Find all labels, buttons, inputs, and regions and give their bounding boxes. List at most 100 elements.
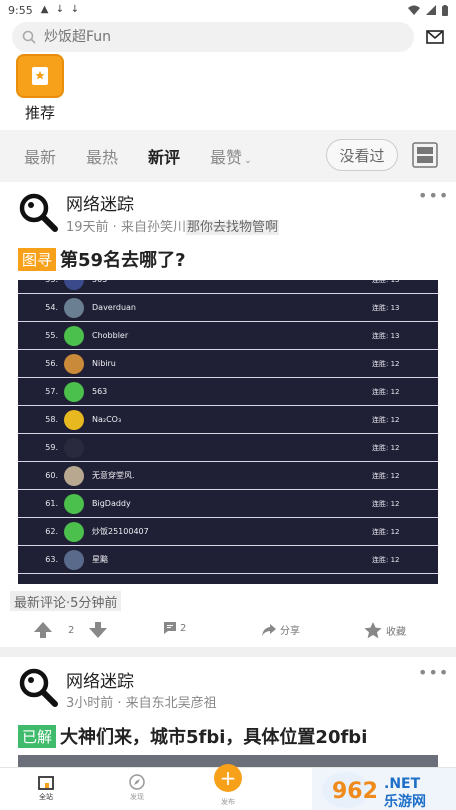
post-title[interactable]: 已解 大神们来，城市5fbi，具体位置20fbi: [18, 723, 367, 749]
card-separator: [0, 647, 456, 657]
post-meta: 19天前 · 来自孙笑川那你去找物管啊: [66, 216, 279, 235]
signal-icon: [426, 5, 436, 15]
leaderboard-name: 炒饭25100407: [92, 527, 149, 536]
post-tag: 图寻: [18, 247, 57, 271]
leaderboard-row: 56. Nibiru 连胜: 12: [18, 350, 438, 378]
author-name[interactable]: 网络迷踪: [66, 667, 134, 692]
leaderboard-rank: 60.: [45, 471, 58, 480]
downvote-button[interactable]: [89, 622, 107, 638]
tab-most-liked[interactable]: 最赞 ⌄: [210, 144, 252, 168]
comment-button[interactable]: 2: [164, 622, 186, 634]
leaderboard-streak: 连胜: 12: [372, 471, 400, 480]
comment-icon: [164, 622, 176, 634]
post-tag: 已解: [18, 724, 57, 748]
tab-hottest[interactable]: 最热: [86, 144, 118, 168]
leaderboard-streak: 连胜: 13: [372, 303, 400, 312]
leaderboard-avatar: [64, 549, 84, 570]
leaderboard-name: 星黯: [92, 555, 108, 564]
recommend-button[interactable]: [16, 54, 64, 98]
post-meta-time: 19天前 · 来自孙笑川: [66, 220, 186, 235]
more-options-icon[interactable]: •••: [418, 186, 449, 205]
recommend-channel[interactable]: 推荐: [16, 54, 64, 123]
layout-toggle-icon[interactable]: [412, 142, 438, 168]
bottom-navigation: 全站 发现 + 发布 962 .NET 乐游网: [0, 764, 456, 810]
author-name[interactable]: 网络迷踪: [66, 190, 134, 215]
share-icon: [262, 623, 276, 636]
nav-publish-label: 发布: [221, 798, 235, 806]
tab-new-comments[interactable]: 新评: [148, 144, 180, 168]
nav-discover[interactable]: 发现: [117, 772, 157, 802]
leaderboard-rank: 57.: [45, 387, 58, 396]
upvote-count: 2: [68, 624, 75, 636]
leaderboard-streak: 连胜: 12: [372, 359, 400, 368]
home-icon: [38, 776, 54, 790]
star-icon: [364, 622, 382, 639]
nav-all[interactable]: 全站: [26, 772, 66, 802]
sort-tabs-bar: 最新 最热 新评 最赞 ⌄ 没看过: [0, 130, 456, 182]
magnifier-avatar-icon[interactable]: [18, 667, 58, 707]
post-meta-highlight: 那你去找物管啊: [185, 220, 279, 235]
magnifier-avatar-icon[interactable]: [18, 192, 58, 232]
leaderboard-avatar: [64, 297, 84, 318]
battery-icon: [442, 4, 448, 16]
download-icon: ↓: [55, 4, 65, 15]
nav-publish[interactable]: 发布: [208, 797, 248, 807]
leaderboard-rank: 58.: [45, 415, 58, 424]
publish-button[interactable]: +: [214, 764, 242, 792]
tab-latest[interactable]: 最新: [24, 144, 56, 168]
mail-icon[interactable]: [426, 30, 444, 44]
leaderboard-avatar: [64, 493, 84, 514]
post-title-text: 大神们来，城市5fbi，具体位置20fbi: [60, 727, 368, 748]
comment-count: 2: [180, 622, 187, 634]
leaderboard-row: 60. 无意穿堂风. 连胜: 12: [18, 462, 438, 490]
leaderboard-avatar: [64, 409, 84, 430]
leaderboard-streak: 连胜: 12: [372, 443, 400, 452]
leaderboard-streak: 连胜: 12: [372, 527, 400, 536]
leaderboard-rank: 62.: [45, 527, 58, 536]
leaderboard-avatar: [64, 325, 84, 346]
svg-text:962: 962: [332, 779, 378, 804]
leaderboard-row: 62. 炒饭25100407 连胜: 12: [18, 518, 438, 546]
post-title-text: 第59名去哪了?: [60, 250, 186, 271]
leaderboard-rank: 54.: [45, 303, 58, 312]
post-title[interactable]: 图寻 第59名去哪了?: [18, 246, 186, 272]
post-meta: 3小时前 · 来自东北吴彦祖: [66, 696, 217, 711]
leaderboard-avatar: [64, 465, 84, 486]
post-image[interactable]: 53.503连胜: 1354.Daverduan连胜: 1355.Chobble…: [18, 280, 438, 584]
share-button[interactable]: 分享: [262, 622, 300, 637]
unseen-filter-button[interactable]: 没看过: [326, 139, 398, 171]
leaderboard-row: 53. 503连胜: 13: [18, 280, 438, 294]
collect-label: 收藏: [386, 627, 406, 638]
leaderboard-avatar: [64, 280, 84, 290]
leaderboard-name: 563: [92, 387, 108, 396]
leaderboard-name: Chobbler: [92, 331, 129, 340]
leaderboard-rank: 56.: [45, 359, 58, 368]
latest-comment-badge: 最新评论·5分钟前: [10, 591, 122, 611]
search-box[interactable]: [12, 22, 415, 52]
leaderboard-name: 503: [92, 280, 372, 284]
leaderboard-rank: 55.: [45, 331, 58, 340]
leaderboard-row: 59. 连胜: 12: [18, 434, 438, 462]
nav-discover-label: 发现: [130, 793, 144, 801]
download-icon-2: ↓: [70, 4, 80, 15]
leaderboard-rank: 59.: [45, 443, 58, 452]
leaderboard-streak: 连胜: 12: [372, 499, 400, 508]
svg-text:.NET: .NET: [384, 776, 421, 792]
bookmark-star-icon: [32, 67, 48, 85]
more-options-icon[interactable]: •••: [418, 663, 449, 682]
upvote-button[interactable]: 2: [34, 622, 74, 638]
arrow-up-icon: [34, 622, 52, 638]
search-input[interactable]: [44, 29, 384, 45]
leaderboard-streak: 连胜: 12: [372, 415, 400, 424]
status-time: 9:55: [8, 3, 33, 17]
collect-button[interactable]: 收藏: [364, 622, 406, 639]
svg-text:乐游网: 乐游网: [384, 793, 426, 810]
post-actions: 2 2 分享 收藏: [0, 622, 456, 644]
post-card[interactable]: 网络迷踪 3小时前 · 来自东北吴彦祖 ••• 已解 大神们来，城市5fbi，具…: [0, 657, 456, 767]
leaderboard-name: BigDaddy: [92, 499, 131, 508]
leaderboard-rank: 63.: [45, 555, 58, 564]
plus-icon: +: [219, 766, 237, 790]
wifi-icon: [408, 5, 420, 15]
post-card[interactable]: 网络迷踪 19天前 · 来自孙笑川那你去找物管啊 ••• 图寻 第59名去哪了?…: [0, 182, 456, 647]
leaderboard-avatar: [64, 437, 84, 458]
